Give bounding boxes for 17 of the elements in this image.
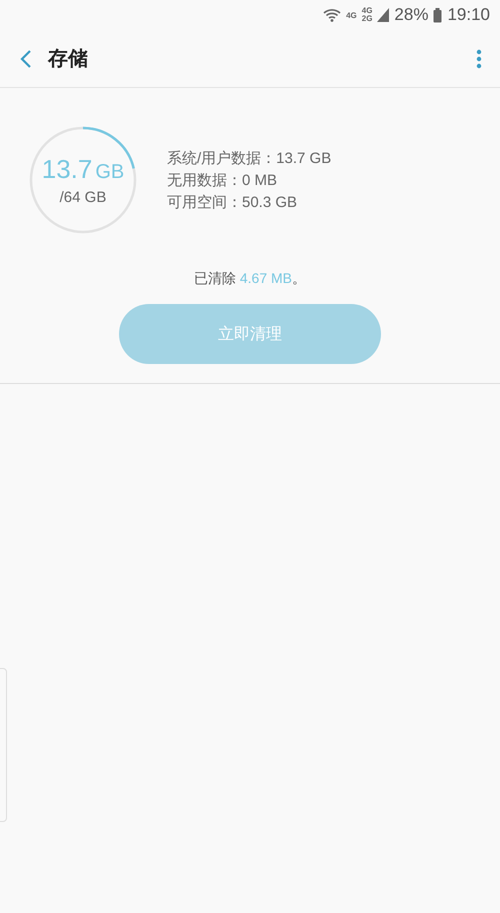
battery-percent: 28%	[394, 5, 428, 25]
cleared-message: 已清除 4.67 MB。	[192, 270, 308, 288]
network-label: 4G	[346, 10, 357, 20]
page-title: 存储	[48, 47, 89, 72]
battery-icon	[433, 8, 442, 22]
network-label: 2G	[362, 15, 372, 23]
back-icon[interactable]	[20, 48, 32, 68]
storage-detail: 可用空间：50.3 GB	[167, 192, 298, 212]
clock: 19:10	[447, 5, 490, 25]
wifi-icon	[323, 8, 342, 22]
used-storage: 13.7 GB	[42, 154, 124, 185]
storage-detail: 系统/用户数据：13.7 GB	[167, 148, 332, 168]
more-options-icon[interactable]	[476, 48, 482, 68]
signal-icon	[377, 8, 390, 22]
network-label: 4G	[362, 7, 372, 15]
total-storage: /64 GB	[60, 189, 106, 206]
storage-detail: 无用数据：0 MB	[167, 170, 278, 190]
